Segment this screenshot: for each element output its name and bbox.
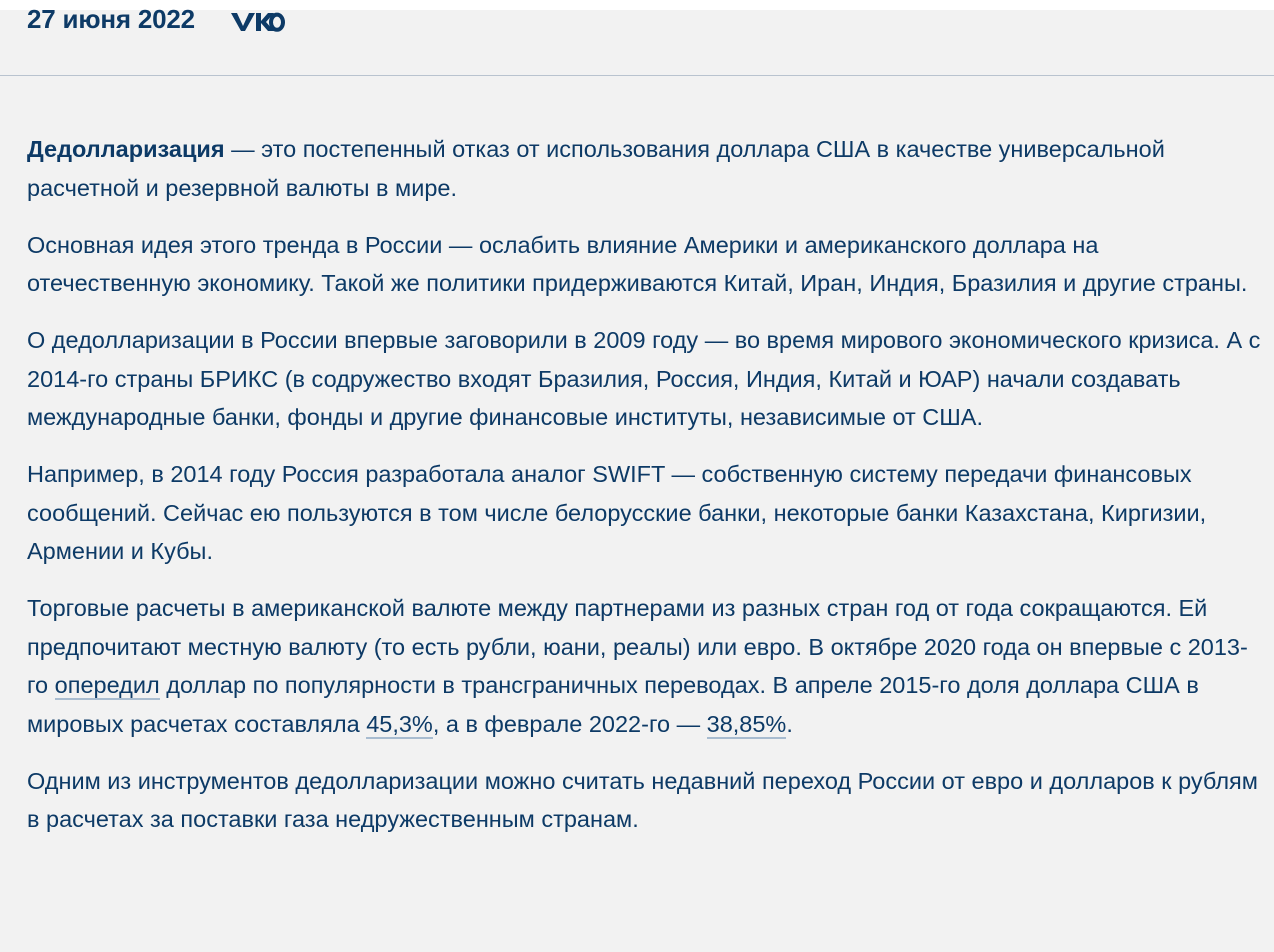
paragraph-swift-analog: Например, в 2014 году Россия разработала… — [27, 461, 1207, 564]
paragraph-text: . — [786, 710, 793, 737]
vk-icon — [231, 12, 285, 32]
paragraph-main-idea: Основная идея этого тренда в России — ос… — [27, 231, 1248, 297]
paragraph-history: О дедолларизации в России впервые загово… — [27, 327, 1261, 430]
paragraph-gas-payments: Одним из инструментов дедолларизации мож… — [27, 767, 1258, 833]
paragraph-definition: Дедолларизация — это постепенный отказ о… — [27, 130, 1267, 207]
paragraph-trade-settlements: Торговые расчеты в американской валюте м… — [27, 589, 1267, 743]
source-link-share-2022[interactable]: 38,85% — [706, 710, 787, 739]
publication-date: 27 июня 2022 — [27, 4, 195, 34]
defined-term: Дедолларизация — [27, 136, 225, 162]
paragraph-text: , а в феврале 2022-го — — [432, 710, 707, 737]
article-body: Дедолларизация — это постепенный отказ о… — [27, 130, 1267, 857]
source-link-share-2015[interactable]: 45,3% — [366, 710, 433, 739]
vk-share-button[interactable] — [229, 4, 285, 38]
article-meta-bar: 27 июня 2022 — [0, 0, 1274, 76]
source-link-overtook[interactable]: опередил — [54, 672, 160, 700]
